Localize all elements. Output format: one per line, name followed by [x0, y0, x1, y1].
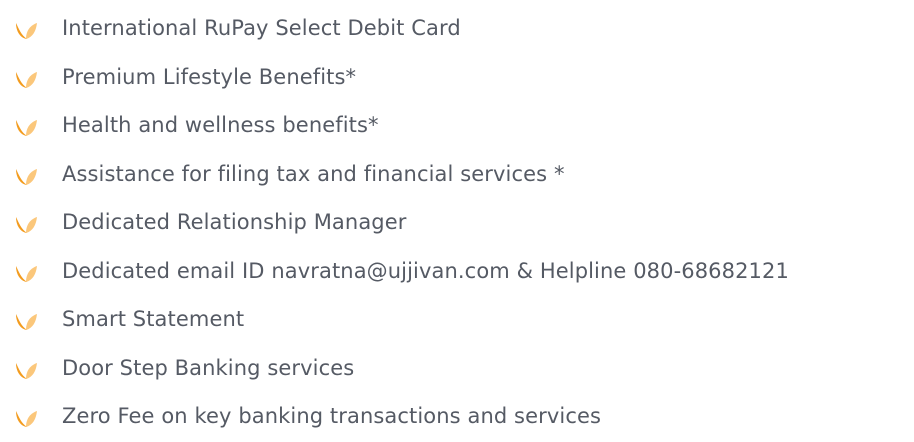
flame-leaf-icon [16, 23, 37, 39]
list-item: International RuPay Select Debit Card [0, 5, 914, 54]
list-item: Health and wellness benefits* [0, 102, 914, 151]
flame-leaf-icon [16, 362, 37, 379]
benefit-label: Assistance for filing tax and financial … [62, 161, 565, 186]
list-item: Door Step Banking services [0, 345, 914, 394]
flame-leaf-icon [16, 168, 37, 185]
list-item: Dedicated Relationship Manager [0, 199, 914, 248]
flame-leaf-icon [16, 120, 37, 136]
list-item: Assistance for filing tax and financial … [0, 151, 914, 200]
list-item: Smart Statement [0, 296, 914, 345]
list-item: Premium Lifestyle Benefits* [0, 54, 914, 103]
flame-leaf-icon [16, 217, 37, 233]
benefits-list: International RuPay Select Debit Card Pr… [0, 0, 914, 442]
list-item: Dedicated email ID navratna@ujjivan.com … [0, 248, 914, 297]
benefit-label: Dedicated email ID navratna@ujjivan.com … [62, 258, 789, 283]
flame-leaf-icon [16, 265, 37, 282]
flame-leaf-icon [16, 71, 37, 88]
flame-leaf-icon [16, 411, 37, 427]
benefit-label: Dedicated Relationship Manager [62, 210, 407, 234]
benefit-label: Zero Fee on key banking transactions and… [62, 404, 602, 428]
benefit-label: Health and wellness benefits* [62, 113, 379, 137]
benefit-label: Premium Lifestyle Benefits* [62, 64, 357, 89]
list-item: Zero Fee on key banking transactions and… [0, 393, 914, 442]
benefit-label: Door Step Banking services [62, 355, 355, 380]
benefit-label: Smart Statement [62, 307, 245, 331]
benefit-label: International RuPay Select Debit Card [62, 16, 461, 40]
flame-leaf-icon [16, 314, 37, 330]
